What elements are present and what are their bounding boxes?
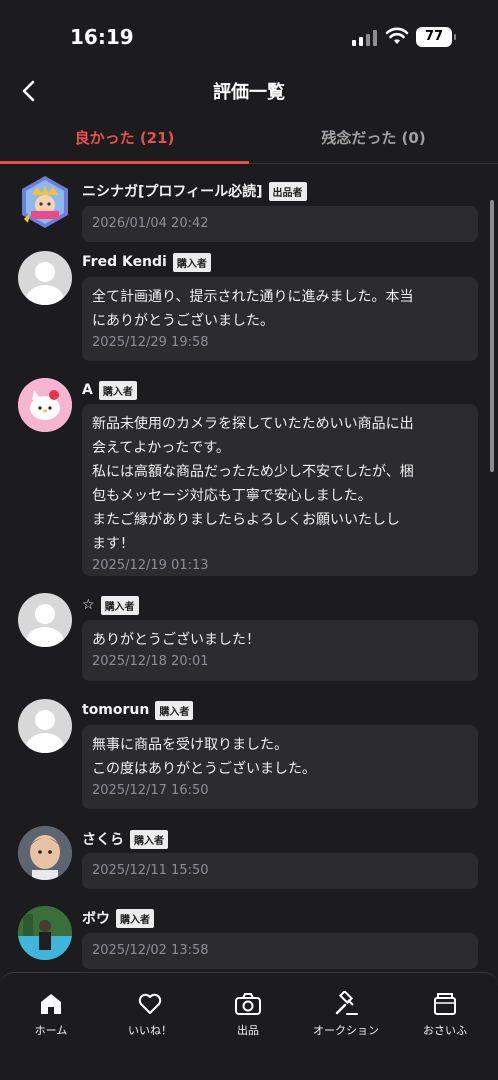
review-comment: 新品未使用のカメラを探していたためいい商品に出 会えてよかったです。 私には高額… <box>92 416 414 552</box>
heart-icon <box>138 993 162 1014</box>
tabbar-item-likes[interactable]: いいね！ <box>102 991 198 1038</box>
status-bar: 16:19 77 <box>0 0 498 72</box>
role-badge: 購入者 <box>100 595 139 615</box>
gavel-icon <box>335 991 358 1015</box>
reviewer-name[interactable]: さくら <box>82 829 124 849</box>
reviewer-name[interactable]: A <box>82 382 93 398</box>
tabbar-item-sell[interactable]: 出品 <box>200 991 296 1038</box>
role-badge: 購入者 <box>155 700 194 720</box>
role-badge: 購入者 <box>116 908 154 928</box>
name-row: tomorun 購入者 <box>82 699 194 721</box>
kitty-avatar[interactable] <box>18 378 72 432</box>
reviewer-name[interactable]: tomorun <box>82 702 149 718</box>
name-row: ☆ 購入者 <box>82 594 139 616</box>
reviewer-name[interactable]: ボウ <box>82 908 110 928</box>
review-bubble: 2026/01/04 20:42 <box>82 206 478 242</box>
review-bubble: 全て計画通り、提示された通りに進みました。本当 にありがとうございました。 20… <box>82 277 478 361</box>
tabbar-label: 出品 <box>237 1024 259 1037</box>
review-date: 2026/01/04 20:42 <box>92 216 209 231</box>
tabbar-label: オークション <box>313 1024 379 1037</box>
review-date: 2025/12/02 13:58 <box>92 943 209 958</box>
tabbar-item-wallet[interactable]: おさいふ <box>397 991 493 1038</box>
tabbar-item-home[interactable]: ホーム <box>3 991 99 1038</box>
role-badge: 購入者 <box>98 380 137 400</box>
role-badge: 出品者 <box>268 181 307 201</box>
review-bubble: ありがとうございました！ 2025/12/18 20:01 <box>82 620 478 681</box>
name-row: A 購入者 <box>82 379 137 401</box>
name-row: さくら 購入者 <box>82 828 168 850</box>
cellular-signal-icon <box>352 30 378 46</box>
name-row: ニシナガ[プロフィール必読] 出品者 <box>82 180 307 202</box>
page-title: 評価一覧 <box>213 82 285 103</box>
tab-good[interactable]: 良かった (21) <box>0 114 249 164</box>
review-bubble: 新品未使用のカメラを探していたためいい商品に出 会えてよかったです。 私には高額… <box>82 404 478 576</box>
review-bubble: 無事に商品を受け取りました。 この度はありがとうございました。 2025/12/… <box>82 725 478 809</box>
reviewer-name[interactable]: Fred Kendi <box>82 254 167 270</box>
name-row: ボウ 購入者 <box>82 907 154 929</box>
status-time: 16:19 <box>70 25 134 49</box>
review-tabs: 良かった (21) 残念だった (0) <box>0 114 498 164</box>
review-bubble: 2025/12/02 13:58 <box>82 933 478 969</box>
default-avatar[interactable] <box>18 699 72 753</box>
scrollbar[interactable] <box>490 200 494 472</box>
review-comment: 無事に商品を受け取りました。 この度はありがとうございました。 <box>92 737 316 777</box>
camera-icon <box>235 993 261 1015</box>
tabbar-label: いいね！ <box>128 1024 172 1037</box>
header: 評価一覧 <box>0 72 498 112</box>
name-row: Fred Kendi 購入者 <box>82 251 211 273</box>
default-avatar[interactable] <box>18 251 72 305</box>
child-photo-avatar[interactable] <box>18 826 72 880</box>
crown-avatar[interactable] <box>18 175 72 229</box>
tab-bad[interactable]: 残念だった (0) <box>249 114 498 164</box>
review-date: 2025/12/18 20:01 <box>92 654 209 669</box>
review-bubble: 2025/12/11 15:50 <box>82 853 478 889</box>
bottom-tab-bar: ホーム いいね！ 出品 オークション おさいふ <box>0 972 498 1080</box>
review-date: 2025/12/19 01:13 <box>92 558 209 573</box>
default-avatar[interactable] <box>18 593 72 647</box>
role-badge: 購入者 <box>172 252 211 272</box>
tabbar-item-auction[interactable]: オークション <box>298 991 394 1038</box>
reviewer-name[interactable]: ☆ <box>82 597 95 613</box>
wifi-icon <box>385 27 409 44</box>
home-icon <box>41 994 61 1014</box>
reviewer-name[interactable]: ニシナガ[プロフィール必読] <box>82 181 263 201</box>
battery-icon: 77 <box>416 27 456 47</box>
review-date: 2025/12/17 16:50 <box>92 783 209 798</box>
tabbar-label: ホーム <box>34 1024 68 1037</box>
pool-photo-avatar[interactable] <box>18 906 72 960</box>
review-date: 2025/12/11 15:50 <box>92 863 209 878</box>
wallet-icon <box>434 993 456 1015</box>
tabbar-label: おさいふ <box>423 1024 467 1037</box>
role-badge: 購入者 <box>130 829 168 849</box>
review-comment: 全て計画通り、提示された通りに進みました。本当 にありがとうございました。 <box>92 289 414 329</box>
review-comment: ありがとうございました！ <box>92 632 260 648</box>
review-list[interactable]: ニシナガ[プロフィール必読] 出品者 2026/01/04 20:42 Fred… <box>0 165 498 970</box>
review-date: 2025/12/29 19:58 <box>92 335 209 350</box>
active-tab-indicator <box>0 161 249 164</box>
